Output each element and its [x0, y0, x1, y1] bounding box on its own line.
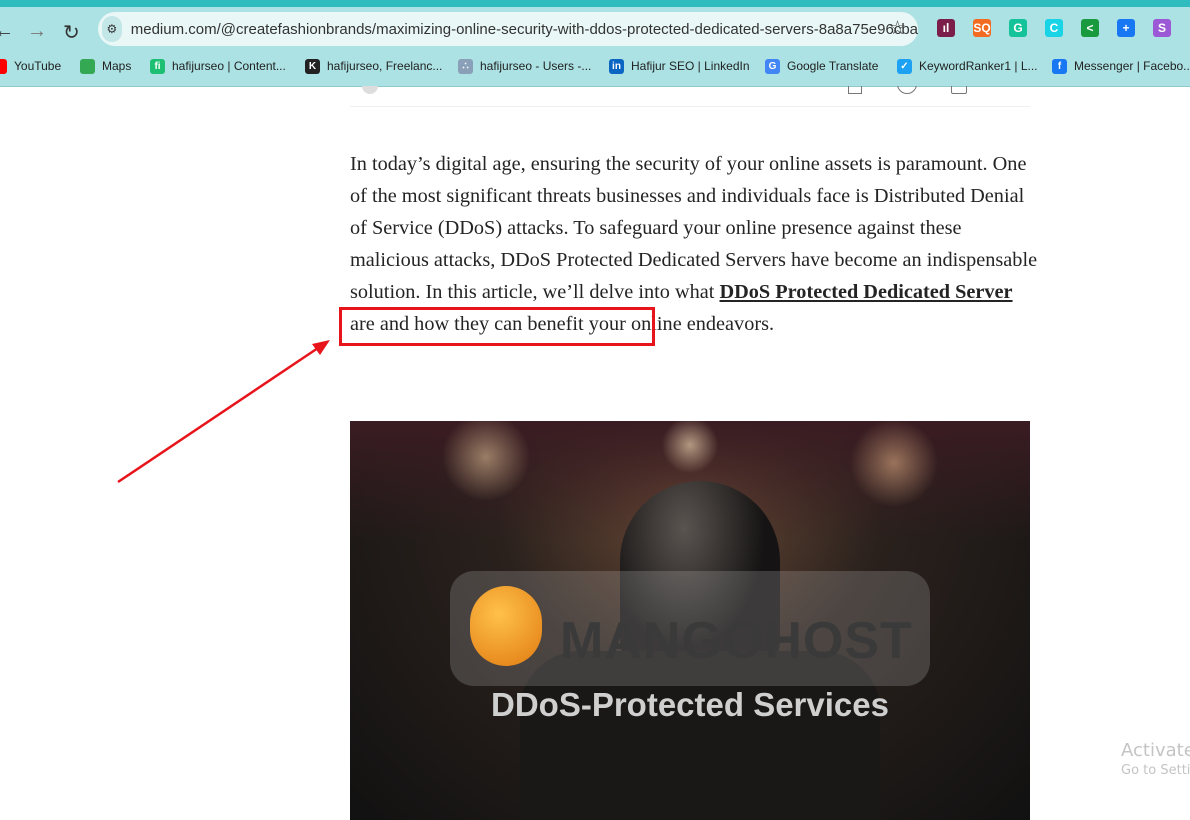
- windows-activation-watermark: Activate Go to Setti: [1121, 740, 1190, 778]
- watermark-title: Activate: [1121, 740, 1190, 761]
- image-brand: MANGOHOST: [560, 612, 913, 670]
- mango-logo-icon: [470, 586, 542, 666]
- watermark-subtitle: Go to Setti: [1121, 763, 1190, 778]
- image-tagline: DDoS-Protected Services: [491, 686, 889, 723]
- article-hero-image: MANGOHOST DDoS-Protected Services: [350, 421, 1030, 820]
